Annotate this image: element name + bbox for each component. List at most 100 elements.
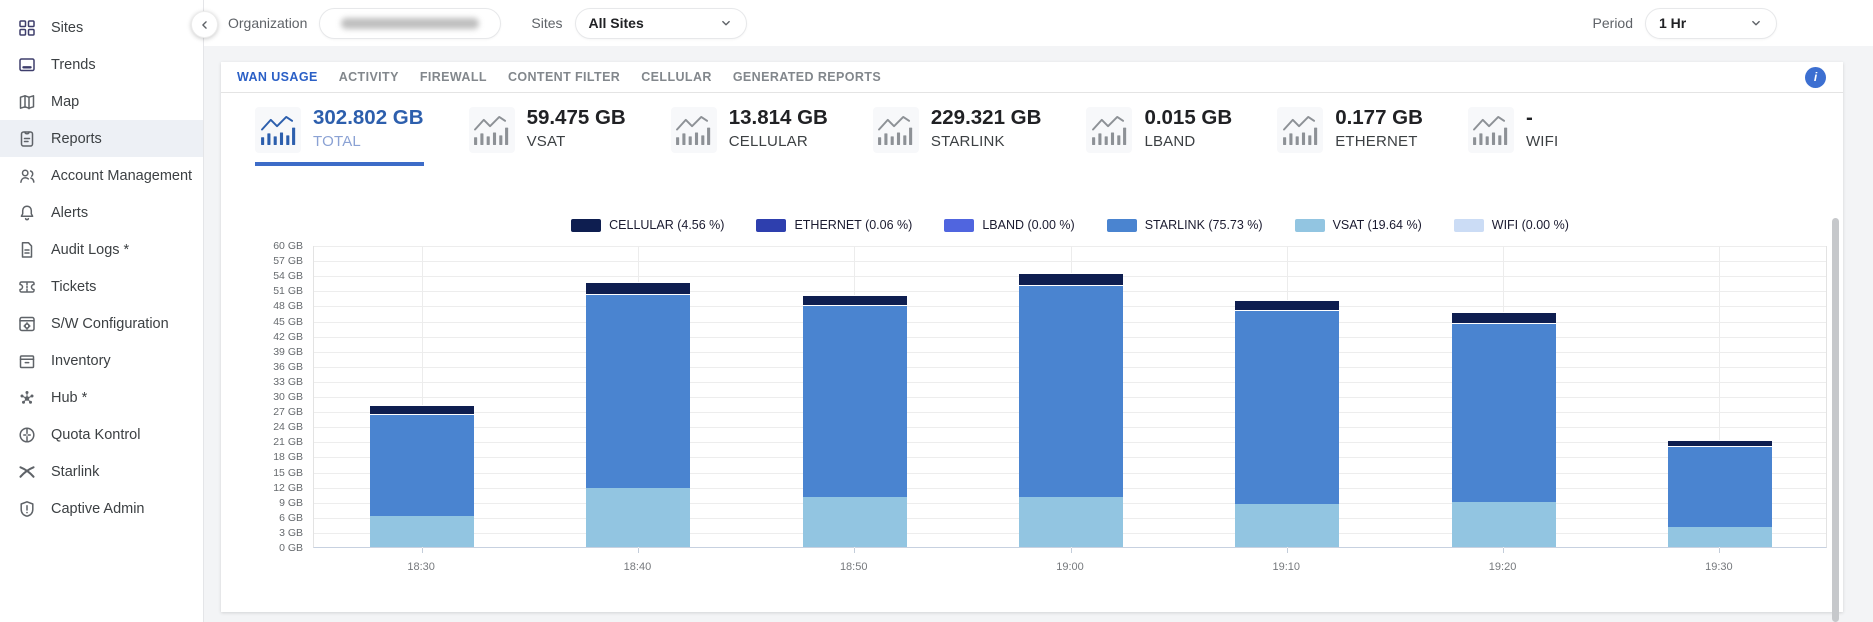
sidebar-item-label: Quota Kontrol xyxy=(51,427,140,443)
sidebar-item-label: Reports xyxy=(51,131,102,147)
legend-item-starlink[interactable]: STARLINK (75.73 %) xyxy=(1107,218,1263,232)
bar-segment-cellular xyxy=(370,405,474,414)
stat-card-vsat[interactable]: 59.475 GBVSAT xyxy=(469,107,626,166)
stat-card-ethernet[interactable]: 0.177 GBETHERNET xyxy=(1277,107,1423,166)
stat-label: WIFI xyxy=(1526,133,1558,150)
vertical-scrollbar[interactable] xyxy=(1832,218,1839,622)
reports-icon xyxy=(17,129,37,149)
sites-icon xyxy=(17,18,37,38)
account-management-icon xyxy=(17,166,37,186)
stat-card-wifi[interactable]: - WIFI xyxy=(1468,107,1558,166)
hub-icon xyxy=(17,388,37,408)
sidebar-item-label: Map xyxy=(51,94,79,110)
sidebar-collapse-button[interactable] xyxy=(191,11,218,38)
stat-value: 229.321 GB xyxy=(931,107,1042,130)
legend-item-wifi[interactable]: WIFI (0.00 %) xyxy=(1454,218,1569,232)
tabs: WAN USAGE ACTIVITY FIREWALL CONTENT FILTER C… xyxy=(237,70,902,84)
sidebar-item-alerts[interactable]: Alerts xyxy=(0,194,203,231)
sidebar-item-label: Hub * xyxy=(51,390,87,406)
chevron-down-icon xyxy=(719,16,733,30)
stacked-bar-19:20 xyxy=(1452,312,1556,547)
tab-cellular[interactable]: CELLULAR xyxy=(641,70,712,84)
bar-segment-starlink xyxy=(370,414,474,516)
sidebar-item-account-management[interactable]: Account Management xyxy=(0,157,203,194)
x-axis-tick xyxy=(638,548,639,553)
bar-segment-vsat xyxy=(1019,497,1123,547)
sidebar-item-label: Sites xyxy=(51,20,83,36)
y-axis-tick-label: 57 GB xyxy=(221,255,303,267)
stat-card-cellular[interactable]: 13.814 GBCELLULAR xyxy=(671,107,828,166)
stat-value: - xyxy=(1526,107,1558,130)
wan-usage-chart: 0 GB3 GB6 GB9 GB12 GB15 GB18 GB21 GB24 G… xyxy=(221,246,1843,586)
bar-segment-vsat xyxy=(803,497,907,547)
bar-segment-vsat xyxy=(1452,502,1556,547)
tab-content-filter[interactable]: CONTENT FILTER xyxy=(508,70,620,84)
stat-value: 302.802 GB xyxy=(313,107,424,130)
sidebar-item-sites[interactable]: Sites xyxy=(0,9,203,46)
y-axis-tick-label: 3 GB xyxy=(221,527,303,539)
sidebar-item-sw-configuration[interactable]: S/W Configuration xyxy=(0,305,203,342)
legend-swatch xyxy=(756,219,786,232)
sidebar-item-map[interactable]: Map xyxy=(0,83,203,120)
bar-segment-cellular xyxy=(1452,312,1556,323)
stacked-bar-18:30 xyxy=(370,405,474,547)
y-axis-tick-label: 45 GB xyxy=(221,316,303,328)
legend-label: CELLULAR (4.56 %) xyxy=(609,218,724,232)
legend-item-ethernet[interactable]: ETHERNET (0.06 %) xyxy=(756,218,912,232)
app-root: Sites Trends Map Reports Account Management A… xyxy=(0,0,1873,622)
legend-item-lband[interactable]: LBAND (0.00 %) xyxy=(944,218,1074,232)
y-axis-tick-label: 60 GB xyxy=(221,240,303,252)
organization-select[interactable] xyxy=(319,8,501,39)
x-axis-tick-label: 18:50 xyxy=(819,561,889,573)
sidebar-item-tickets[interactable]: Tickets xyxy=(0,268,203,305)
stat-card-total[interactable]: 302.802 GBTOTAL xyxy=(255,107,424,166)
period-select[interactable]: 1 Hr xyxy=(1645,8,1777,39)
sidebar-item-hub[interactable]: Hub * xyxy=(0,379,203,416)
stat-label: ETHERNET xyxy=(1335,133,1423,150)
legend-swatch xyxy=(944,219,974,232)
quota-kontrol-icon xyxy=(17,425,37,445)
y-axis-tick-label: 0 GB xyxy=(221,542,303,554)
sidebar-item-reports[interactable]: Reports xyxy=(0,120,203,157)
sidebar-item-trends[interactable]: Trends xyxy=(0,46,203,83)
bar-segment-vsat xyxy=(1668,527,1772,547)
info-icon[interactable]: i xyxy=(1805,67,1826,88)
tab-activity[interactable]: ACTIVITY xyxy=(339,70,399,84)
stat-card-lband[interactable]: 0.015 GBLBAND xyxy=(1086,107,1232,166)
tab-firewall[interactable]: FIREWALL xyxy=(420,70,487,84)
stat-value: 13.814 GB xyxy=(729,107,828,130)
tab-generated-reports[interactable]: GENERATED REPORTS xyxy=(733,70,881,84)
chevron-left-icon xyxy=(198,18,212,32)
x-axis-tick-label: 19:30 xyxy=(1684,561,1754,573)
sites-label: Sites xyxy=(531,15,562,31)
captive-admin-icon xyxy=(17,499,37,519)
reports-panel: WAN USAGE ACTIVITY FIREWALL CONTENT FILTER C… xyxy=(221,62,1843,612)
tabs-row: WAN USAGE ACTIVITY FIREWALL CONTENT FILTER C… xyxy=(221,62,1843,93)
stat-card-starlink[interactable]: 229.321 GB STARLINK xyxy=(873,107,1042,166)
legend-label: LBAND (0.00 %) xyxy=(982,218,1074,232)
bar-chart-icon xyxy=(671,107,717,153)
tab-wan-usage[interactable]: WAN USAGE xyxy=(237,70,318,84)
x-axis-tick-label: 18:40 xyxy=(602,561,672,573)
sidebar-item-label: S/W Configuration xyxy=(51,316,169,332)
sidebar-item-label: Account Management xyxy=(51,168,192,184)
sidebar-item-audit-logs[interactable]: Audit Logs * xyxy=(0,231,203,268)
bar-segment-vsat xyxy=(586,488,690,547)
bar-chart-icon xyxy=(1277,107,1323,153)
sites-select[interactable]: All Sites xyxy=(575,8,747,39)
starlink-icon xyxy=(17,462,37,482)
y-axis-tick-label: 48 GB xyxy=(221,300,303,312)
legend-item-cellular[interactable]: CELLULAR (4.56 %) xyxy=(571,218,724,232)
legend-item-vsat[interactable]: VSAT (19.64 %) xyxy=(1295,218,1422,232)
y-axis-tick-label: 9 GB xyxy=(221,497,303,509)
y-axis-tick-label: 12 GB xyxy=(221,482,303,494)
sidebar-item-quota-kontrol[interactable]: Quota Kontrol xyxy=(0,416,203,453)
period-label: Period xyxy=(1593,15,1633,31)
bar-chart-icon xyxy=(1468,107,1514,153)
sidebar-item-captive-admin[interactable]: Captive Admin xyxy=(0,490,203,527)
sidebar-item-starlink[interactable]: Starlink xyxy=(0,453,203,490)
sidebar-item-label: Starlink xyxy=(51,464,99,480)
y-axis-tick-label: 51 GB xyxy=(221,285,303,297)
stat-label: STARLINK xyxy=(931,133,1042,150)
sidebar-item-inventory[interactable]: Inventory xyxy=(0,342,203,379)
